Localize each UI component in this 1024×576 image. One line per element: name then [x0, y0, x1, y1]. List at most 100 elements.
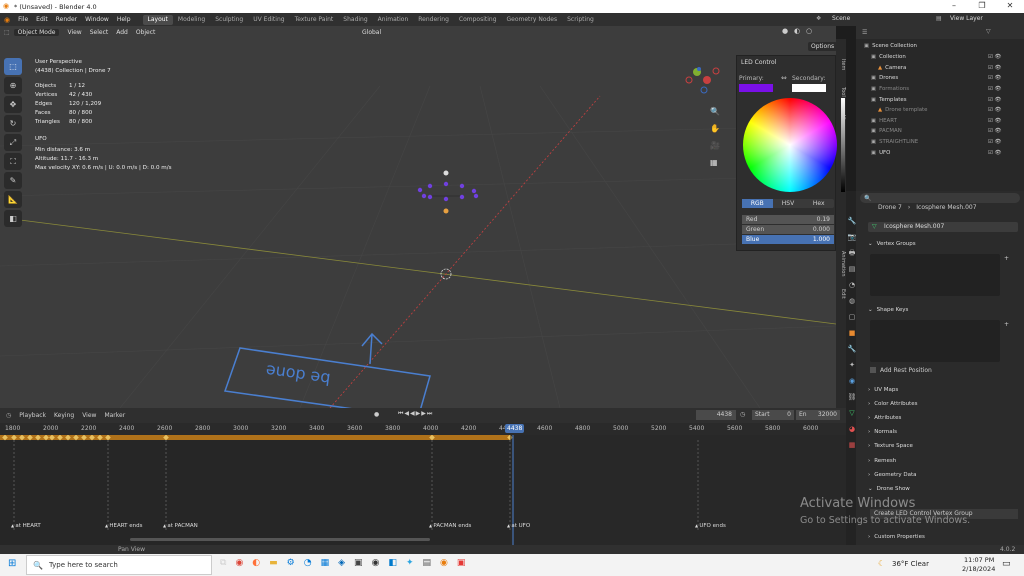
rotate-tool-icon[interactable]: ↻ [4, 115, 22, 132]
add-rest-position-checkbox[interactable]: Add Rest Position [870, 367, 932, 374]
section-drone-show[interactable]: ⌄ Drone Show [868, 483, 1016, 494]
secondary-color-swatch[interactable] [792, 84, 826, 92]
workspace-tab-scripting[interactable]: Scripting [562, 15, 599, 25]
vscode-icon[interactable]: ◧ [388, 558, 397, 568]
value-slider[interactable] [841, 98, 845, 192]
menu-help[interactable]: Help [113, 16, 135, 23]
app-icon[interactable]: ✦ [406, 558, 414, 568]
outliner-root[interactable]: ▣ Scene Collection [856, 41, 1024, 52]
blender-taskbar-icon[interactable]: ◉ [440, 558, 448, 568]
menu-file[interactable]: File [14, 16, 32, 23]
stopwatch-icon[interactable]: ◷ [740, 411, 745, 418]
mode-tab-hex[interactable]: Hex [803, 199, 834, 208]
annotate-tool-icon[interactable]: ✎ [4, 172, 22, 189]
playhead-frame[interactable]: 4438 [505, 424, 525, 433]
visibility-toggle-icon[interactable]: ☑ 👁 [988, 86, 1001, 92]
current-frame-field[interactable]: 4438 [696, 410, 736, 420]
visibility-toggle-icon[interactable]: ☑ 👁 [988, 118, 1001, 124]
timeline-editor-icon[interactable]: ◷ [6, 412, 11, 419]
timeline-marker[interactable]: ▲ at UFO [507, 523, 530, 529]
section-custom-properties[interactable]: › Custom Properties [868, 531, 1016, 542]
orientation-select[interactable]: Global [362, 29, 381, 36]
outliner-item[interactable]: ▣ PACMAN ☑ 👁 [856, 126, 1024, 137]
tab-tool[interactable]: Tool [836, 87, 846, 97]
scale-tool-icon[interactable]: ⤢ [4, 134, 22, 151]
transform-tool-icon[interactable]: ⛶ [4, 153, 22, 170]
taskbar-search-box[interactable]: 🔍 Type here to search [26, 555, 212, 575]
outliner-type-icon[interactable]: ☰ [862, 29, 867, 36]
clock-time[interactable]: 11:07 PM [964, 556, 994, 564]
grid-view-icon[interactable]: ▦ [710, 154, 720, 171]
cursor-tool-icon[interactable]: ⊕ [4, 77, 22, 94]
vertex-groups-list[interactable] [870, 254, 1000, 296]
viewport-menu-select[interactable]: Select [86, 29, 113, 36]
outliner-item[interactable]: ▣ UFO ☑ 👁 [856, 147, 1024, 158]
blue-field[interactable]: Blue 1.000 [742, 235, 834, 244]
timeline-ruler[interactable]: 4438 1800 2000 2200 2400 2600 2800 3000 3200 340… [0, 423, 846, 435]
app-icon[interactable]: ▤ [422, 558, 431, 568]
workspace-tab-rendering[interactable]: Rendering [413, 15, 454, 25]
add-cube-tool-icon[interactable]: ◧ [4, 210, 22, 227]
workspace-tab-uv-editing[interactable]: UV Editing [248, 15, 289, 25]
clock-date[interactable]: 2/18/2024 [962, 565, 995, 573]
options-button[interactable]: Options [808, 42, 838, 51]
workspace-tab-animation[interactable]: Animation [373, 15, 414, 25]
obs-icon[interactable]: ◉ [372, 558, 380, 568]
playback-controls[interactable]: ⏮◀◀▶▶⏭ [398, 410, 433, 418]
outliner-item[interactable]: ▲ Camera ☑ 👁 [856, 63, 1024, 74]
workspace-tab-compositing[interactable]: Compositing [454, 15, 502, 25]
visibility-toggle-icon[interactable]: ☑ 👁 [988, 54, 1001, 60]
camera-view-icon[interactable]: 🎥 [710, 137, 720, 154]
section-normals[interactable]: › Normals [868, 427, 1016, 438]
viewport-menu-object[interactable]: Object [132, 29, 160, 36]
notification-icon[interactable]: ▭ [1002, 559, 1011, 569]
visibility-toggle-icon[interactable]: ☑ 👁 [988, 128, 1001, 134]
maximize-button[interactable]: ❐ [968, 0, 996, 13]
section-texture-space[interactable]: › Texture Space [868, 441, 1016, 452]
workspace-tab-layout[interactable]: Layout [142, 14, 173, 25]
mode-tab-hsv[interactable]: HSV [773, 199, 804, 208]
mode-tab-rgb[interactable]: RGB [742, 199, 773, 208]
timeline-marker[interactable]: ▲ at HEART [11, 523, 41, 529]
filter-icon[interactable]: ▽ [986, 28, 991, 35]
file-explorer-icon[interactable]: ▬ [269, 558, 278, 568]
section-attributes[interactable]: › Attributes [868, 412, 1016, 423]
timeline-marker[interactable]: ▲ UFO ends [695, 523, 726, 529]
visibility-toggle-icon[interactable]: ☑ 👁 [988, 65, 1001, 71]
outliner-item[interactable]: ▣ STRAIGHTLINE ☑ 👁 [856, 137, 1024, 148]
outliner-item[interactable]: ▣ Templates ☑ 👁 [856, 94, 1024, 105]
select-box-tool-icon[interactable]: ⬚ [4, 58, 22, 75]
section-vertex-groups[interactable]: ⌄ Vertex Groups [868, 238, 1016, 249]
section-geometry-data[interactable]: › Geometry Data [868, 469, 1016, 480]
editor-type-icon[interactable]: ⬚ [0, 29, 14, 36]
outliner-item[interactable]: ▣ Collection ☑ 👁 [856, 52, 1024, 63]
viewport-menu-add[interactable]: Add [112, 29, 132, 36]
vs-icon[interactable]: ◈ [338, 558, 345, 568]
measure-tool-icon[interactable]: 📐 [4, 191, 22, 208]
firefox-icon[interactable]: ◐ [252, 558, 260, 568]
visibility-toggle-icon[interactable]: ☑ 👁 [988, 107, 1001, 113]
record-icon[interactable]: ● [374, 411, 379, 418]
mode-select[interactable]: Object Mode [13, 29, 60, 36]
shape-keys-list[interactable] [870, 320, 1000, 362]
outliner-item[interactable]: ▣ Formations ☑ 👁 [856, 84, 1024, 95]
pan-hand-icon[interactable]: ✋ [710, 120, 720, 137]
timeline-scrollbar[interactable] [130, 538, 430, 541]
workspace-tab-texture-paint[interactable]: Texture Paint [290, 15, 339, 25]
color-wheel[interactable] [743, 98, 837, 192]
red-field[interactable]: Red 0.19 [742, 215, 834, 224]
app-icon[interactable]: ⚙ [287, 558, 295, 568]
primary-color-swatch[interactable] [739, 84, 773, 92]
timeline-marker[interactable]: ▲ HEART ends [105, 523, 143, 529]
timeline-menu-playback[interactable]: Playback [15, 412, 50, 419]
tab-animation[interactable]: Animation [836, 251, 846, 277]
add-vertex-group-icon[interactable]: + [1004, 255, 1009, 262]
section-uv-maps[interactable]: › UV Maps [868, 384, 1016, 395]
blender-menu-icon[interactable]: ◉ [4, 16, 10, 24]
app-icon[interactable]: ▣ [354, 558, 363, 568]
start-frame-field[interactable]: Start 0 [752, 410, 794, 420]
task-view-icon[interactable]: ⧉ [220, 558, 226, 568]
shading-solid-icon[interactable]: ● [782, 27, 788, 35]
shading-rendered-icon[interactable]: ○ [806, 27, 812, 35]
visibility-toggle-icon[interactable]: ☑ 👁 [988, 139, 1001, 145]
